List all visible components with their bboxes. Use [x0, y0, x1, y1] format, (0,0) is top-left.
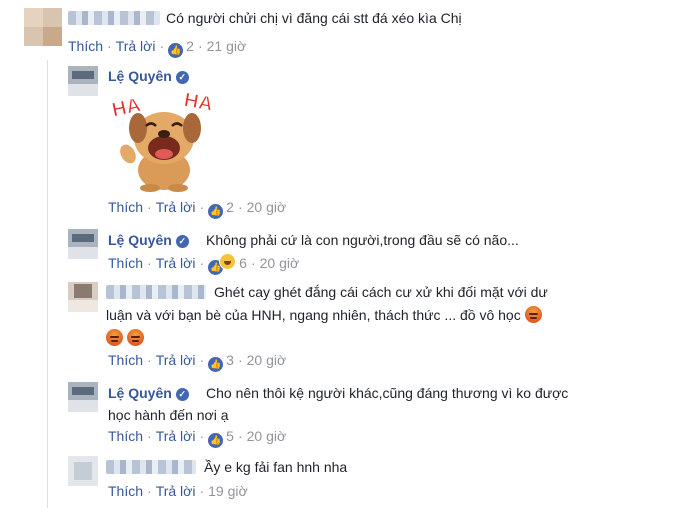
- reaction-count[interactable]: 5: [226, 428, 234, 444]
- reaction-count[interactable]: 2: [226, 199, 234, 215]
- avatar[interactable]: [68, 282, 98, 312]
- thumbs-up-icon[interactable]: 👍: [168, 43, 184, 58]
- author-name[interactable]: Lệ Quyên ✓: [108, 232, 189, 248]
- verified-badge-icon: ✓: [175, 388, 189, 401]
- reaction-count[interactable]: 2: [186, 38, 194, 54]
- avatar[interactable]: [24, 8, 62, 46]
- timestamp[interactable]: 20 giờ: [247, 352, 287, 368]
- reply-link[interactable]: Trả lời: [156, 199, 196, 215]
- avatar[interactable]: [68, 382, 98, 412]
- avatar[interactable]: [68, 229, 98, 259]
- like-link[interactable]: Thích: [108, 199, 143, 215]
- verified-badge-icon: ✓: [175, 235, 189, 248]
- blurred-commenter-name[interactable]: [106, 285, 206, 299]
- like-link[interactable]: Thích: [108, 352, 143, 368]
- haha-reaction-icon[interactable]: [219, 253, 237, 270]
- comment-actions: Thích · Trả lời · 19 giờ: [108, 483, 248, 499]
- avatar[interactable]: [68, 456, 98, 486]
- reply-link[interactable]: Trả lời: [116, 38, 156, 54]
- timestamp[interactable]: 21 giờ: [207, 38, 247, 54]
- author-name[interactable]: Lệ Quyên ✓: [108, 385, 189, 401]
- blurred-commenter-name[interactable]: [106, 460, 196, 474]
- comment-actions: Thích · Trả lời · 👍 5 · 20 giờ: [108, 428, 286, 448]
- timestamp[interactable]: 20 giờ: [247, 428, 287, 444]
- reply-link[interactable]: Trả lời: [156, 483, 196, 499]
- reply-link[interactable]: Trả lời: [156, 428, 196, 444]
- thumbs-up-icon[interactable]: 👍: [208, 357, 224, 372]
- reply-link[interactable]: Trả lời: [156, 255, 196, 271]
- reply-thread-line: [47, 60, 48, 508]
- timestamp[interactable]: 20 giờ: [260, 255, 300, 271]
- haha-dog-sticker: HA HA: [110, 89, 215, 192]
- comment-text-line-2: luận và với bạn bè của HNH, ngang nhiên,…: [106, 305, 542, 325]
- comment-actions: Thích · Trả lời · 👍 2 · 20 giờ: [108, 199, 286, 219]
- thumbs-up-icon[interactable]: 👍: [208, 204, 224, 219]
- like-link[interactable]: Thích: [108, 483, 143, 499]
- comment-text: Có người chửi chị vì đăng cái stt đá xéo…: [166, 10, 462, 26]
- reaction-count[interactable]: 6: [239, 255, 247, 271]
- verified-badge-icon: ✓: [175, 71, 189, 84]
- comment-actions: Thích · Trả lời · 👍 3 · 20 giờ: [108, 352, 286, 372]
- blurred-commenter-name[interactable]: [68, 11, 160, 25]
- like-link[interactable]: Thích: [68, 38, 103, 54]
- timestamp[interactable]: 20 giờ: [247, 199, 287, 215]
- like-link[interactable]: Thích: [108, 428, 143, 444]
- comment-text: Ầy e kg fải fan hnh nha: [204, 459, 348, 475]
- svg-text:HA: HA: [182, 89, 214, 116]
- comment-text-line-1: Ghét cay ghét đắng cái cách cư xử khi đố…: [214, 284, 548, 300]
- comment-text: Không phải cứ là con người,trong đầu sẽ …: [206, 232, 519, 248]
- timestamp[interactable]: 19 giờ: [208, 483, 248, 499]
- comment-text-line-2: học hành đến nơi ạ: [108, 407, 229, 423]
- comment-text-line-1: Cho nên thôi kệ người khác,cũng đáng thư…: [206, 385, 569, 401]
- thumbs-up-icon[interactable]: 👍: [208, 433, 224, 448]
- angry-emoji-icon: [126, 329, 144, 346]
- angry-emoji-icon: [524, 306, 542, 323]
- reaction-count[interactable]: 3: [226, 352, 234, 368]
- comment-actions: Thích · Trả lời · 👍 6 · 20 giờ: [108, 253, 299, 275]
- avatar[interactable]: [68, 66, 98, 96]
- reply-link[interactable]: Trả lời: [156, 352, 196, 368]
- angry-emoji-icon: [106, 329, 123, 346]
- author-name[interactable]: Lệ Quyên ✓: [108, 68, 189, 84]
- comment-emoji-line: [106, 328, 144, 348]
- comment-actions: Thích · Trả lời · 👍 2 · 21 giờ: [68, 38, 246, 58]
- like-link[interactable]: Thích: [108, 255, 143, 271]
